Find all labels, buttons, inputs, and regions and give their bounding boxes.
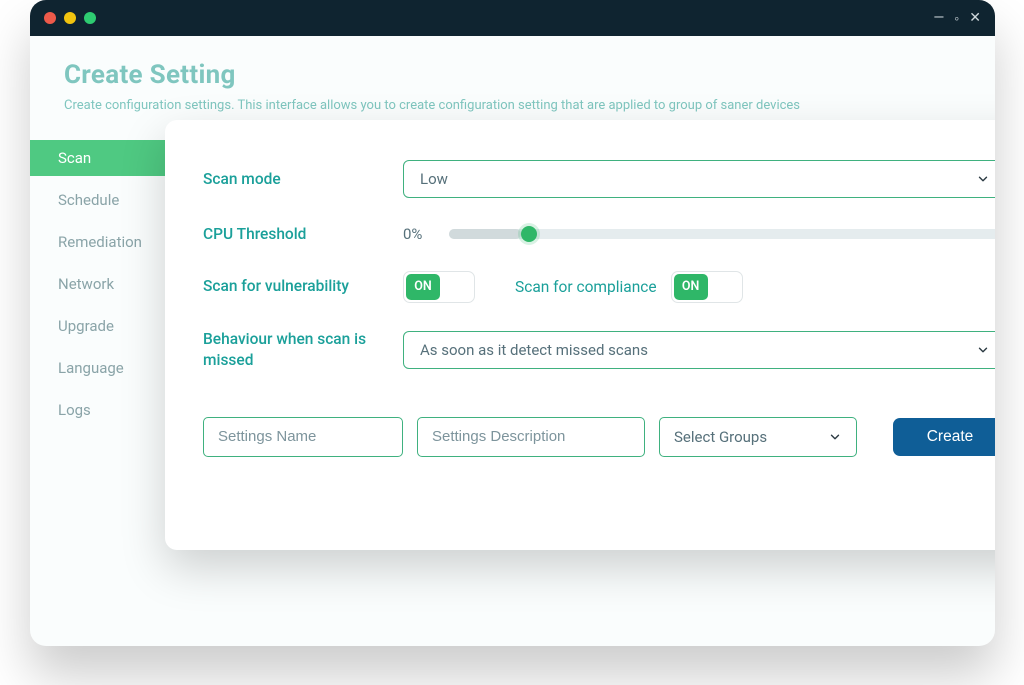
cpu-threshold-value: 0%	[403, 225, 439, 243]
chevron-down-icon	[828, 430, 842, 444]
label-scan-mode: Scan mode	[203, 169, 403, 190]
window-controls: — ◦ ✕	[933, 10, 981, 27]
label-scan-vulnerability: Scan for vulnerability	[203, 276, 403, 297]
row-cpu-threshold: CPU Threshold 0%	[203, 224, 995, 245]
create-button[interactable]: Create	[893, 418, 995, 456]
toggle-scan-vulnerability[interactable]: ON	[403, 271, 475, 303]
toggle-scan-compliance[interactable]: ON	[671, 271, 743, 303]
select-groups-dropdown[interactable]: Select Groups	[659, 417, 857, 457]
titlebar: — ◦ ✕	[30, 0, 995, 36]
label-scan-compliance: Scan for compliance	[515, 278, 657, 296]
missed-scan-select[interactable]: As soon as it detect missed scans	[403, 331, 995, 369]
chevron-down-icon	[976, 172, 990, 186]
settings-description-input[interactable]	[417, 417, 645, 457]
close-dot-icon[interactable]	[44, 12, 56, 24]
footer-row: Select Groups Create	[203, 417, 995, 457]
label-cpu-threshold: CPU Threshold	[203, 224, 403, 245]
row-missed-scan: Behaviour when scan is missed As soon as…	[203, 329, 995, 371]
settings-name-input[interactable]	[203, 417, 403, 457]
slider-thumb[interactable]	[521, 226, 537, 242]
missed-scan-value: As soon as it detect missed scans	[420, 341, 648, 359]
scan-mode-value: Low	[420, 170, 448, 188]
close-icon[interactable]: ✕	[969, 10, 981, 26]
row-scan-mode: Scan mode Low	[203, 160, 995, 198]
maximize-dot-icon[interactable]	[84, 12, 96, 24]
page-title: Create Setting	[30, 36, 995, 96]
toggle-on-chip: ON	[674, 274, 708, 300]
minimize-icon[interactable]: —	[933, 10, 944, 26]
toggle-on-chip: ON	[406, 274, 440, 300]
cpu-threshold-slider[interactable]	[449, 229, 995, 239]
select-groups-label: Select Groups	[674, 428, 767, 446]
settings-modal: Scan mode Low CPU Threshold 0%	[165, 120, 995, 550]
minimize-dot-icon[interactable]	[64, 12, 76, 24]
scan-mode-select[interactable]: Low	[403, 160, 995, 198]
slider-track-filled	[449, 229, 521, 239]
chevron-down-icon	[976, 343, 990, 357]
maximize-icon[interactable]: ◦	[954, 10, 959, 27]
row-toggles: Scan for vulnerability ON Scan for compl…	[203, 271, 995, 303]
app-window: — ◦ ✕ Create Setting Create configuratio…	[30, 0, 995, 646]
label-missed-scan: Behaviour when scan is missed	[203, 329, 403, 371]
traffic-lights	[44, 12, 96, 24]
